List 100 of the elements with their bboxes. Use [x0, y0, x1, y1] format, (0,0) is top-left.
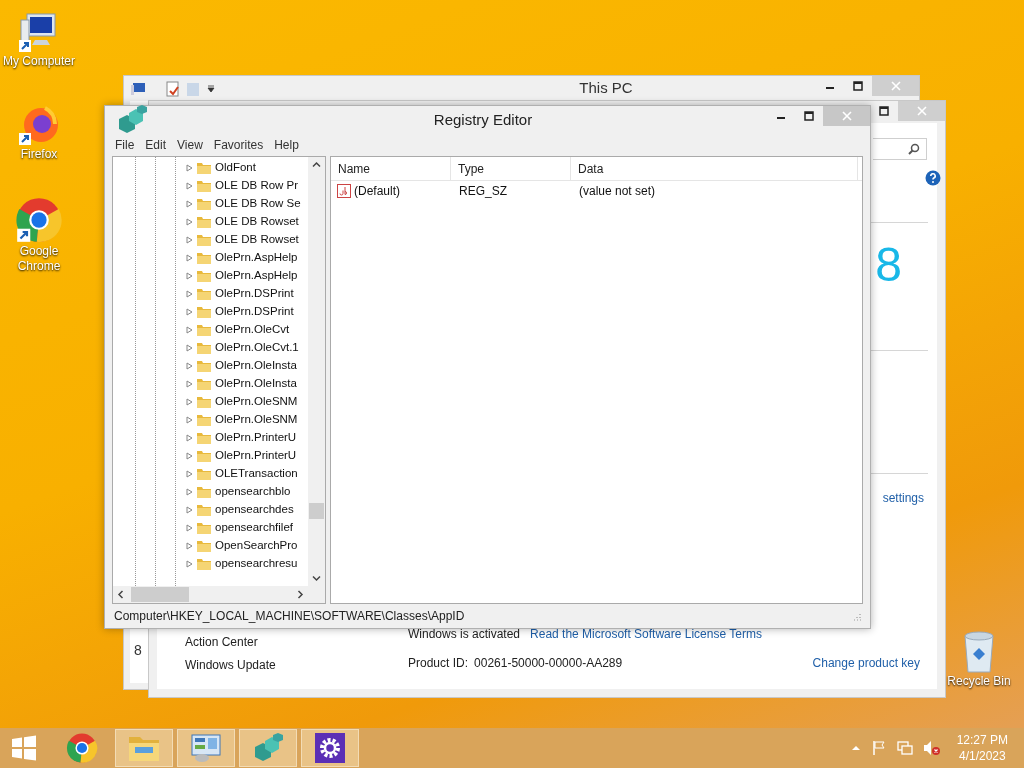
search-field[interactable]: [873, 138, 927, 160]
tree-item[interactable]: OLE DB Row Se: [215, 195, 301, 213]
tree-item[interactable]: OLETransaction: [215, 465, 298, 483]
expand-arrow[interactable]: [185, 326, 193, 334]
expand-arrow[interactable]: [185, 398, 193, 406]
control-panel-icon: [189, 733, 223, 763]
expand-arrow[interactable]: [185, 560, 193, 568]
tree-item[interactable]: opensearchdes: [215, 501, 294, 519]
tree-item[interactable]: opensearchblo: [215, 483, 291, 501]
scroll-thumb[interactable]: [131, 587, 189, 602]
menu-item[interactable]: File: [115, 136, 135, 154]
expand-arrow[interactable]: [185, 524, 193, 532]
folder-icon: [196, 197, 212, 211]
expand-arrow[interactable]: [185, 470, 193, 478]
settings-link[interactable]: settings: [882, 489, 924, 507]
folder-icon: [196, 503, 212, 517]
maximize-icon: [853, 81, 863, 91]
expand-arrow[interactable]: [185, 488, 193, 496]
expand-arrow[interactable]: [185, 344, 193, 352]
expand-arrow[interactable]: [185, 218, 193, 226]
tree-item[interactable]: OlePrn.OleCvt.1: [215, 339, 299, 357]
show-hidden-icons-icon[interactable]: [850, 744, 861, 752]
tree-item[interactable]: OlePrn.AspHelp: [215, 267, 298, 285]
tree-item[interactable]: OlePrn.OleInsta: [215, 375, 297, 393]
expand-arrow[interactable]: [185, 272, 193, 280]
taskbar-button[interactable]: [301, 729, 359, 767]
expand-arrow[interactable]: [185, 362, 193, 370]
expand-arrow[interactable]: [185, 506, 193, 514]
computer-icon[interactable]: [130, 81, 146, 96]
menu-item[interactable]: View: [177, 136, 203, 154]
chrome-icon: [15, 196, 63, 244]
tree-item[interactable]: OlePrn.PrinterU: [215, 429, 297, 447]
expand-arrow[interactable]: [185, 452, 193, 460]
folder-icon: [196, 413, 212, 427]
menu-item[interactable]: Favorites: [213, 136, 264, 154]
expand-arrow[interactable]: [185, 236, 193, 244]
folder-icon: [196, 233, 212, 247]
tree-item[interactable]: OlePrn.PrinterU: [215, 447, 297, 465]
tree-item[interactable]: OlePrn.OleInsta: [215, 357, 297, 375]
menu-item[interactable]: Help: [274, 136, 299, 154]
folder-icon: [196, 359, 212, 373]
column-header[interactable]: Name: [331, 157, 451, 180]
expand-arrow[interactable]: [185, 290, 193, 298]
tree-item[interactable]: OLE DB Rowset: [215, 213, 299, 231]
expand-arrow[interactable]: [185, 254, 193, 262]
status-path: Computer\HKEY_LOCAL_MACHINE\SOFTWARE\Classes\AppID: [114, 608, 466, 625]
window-title: This PC: [578, 78, 634, 99]
table-cell-text: REG_SZ: [458, 183, 508, 200]
expand-arrow[interactable]: [185, 200, 193, 208]
horizontal-scrollbar[interactable]: [113, 586, 325, 603]
tree-item[interactable]: OlePrn.AspHelp: [215, 249, 298, 267]
tree-item[interactable]: opensearchfilef: [215, 519, 293, 537]
folder-icon: [196, 251, 212, 265]
expand-arrow[interactable]: [185, 416, 193, 424]
help-icon[interactable]: [925, 170, 941, 186]
close-icon: [916, 106, 927, 116]
tree-item[interactable]: OlePrn.OleCvt: [215, 321, 290, 339]
expand-arrow[interactable]: [185, 380, 193, 388]
product-id: 00261-50000-00000-AA289: [474, 655, 623, 671]
product-id-label: Product ID:: [408, 655, 469, 671]
expand-arrow[interactable]: [185, 164, 193, 172]
tree-item[interactable]: OlePrn.OleSNM: [215, 393, 298, 411]
tree-item[interactable]: OlePrn.OleSNM: [215, 411, 298, 429]
windows-version-digit: 8: [875, 241, 902, 289]
tree-item[interactable]: OldFont: [215, 159, 256, 177]
tree-item[interactable]: OLE DB Row Pr: [215, 177, 299, 195]
recycle-bin-icon: [961, 630, 997, 674]
tree-item[interactable]: OlePrn.DSPrint: [215, 285, 294, 303]
network-icon[interactable]: [896, 740, 913, 756]
folder-icon: [196, 449, 212, 463]
scroll-thumb[interactable]: [309, 503, 324, 519]
speaker-icon[interactable]: [922, 740, 941, 756]
chrome-icon: [66, 732, 98, 764]
nav-link[interactable]: Windows Update: [185, 657, 408, 673]
folder-icon: [196, 485, 212, 499]
nav-link[interactable]: Action Center: [185, 634, 408, 650]
license-link[interactable]: Read the Microsoft Software License Terms: [530, 626, 762, 642]
expand-arrow[interactable]: [185, 542, 193, 550]
menu-item[interactable]: Edit: [145, 136, 167, 154]
vertical-scrollbar[interactable]: [308, 157, 325, 586]
window-title: Registry Editor: [432, 109, 534, 130]
expand-arrow[interactable]: [185, 308, 193, 316]
tree-item[interactable]: opensearchresu: [215, 555, 298, 573]
folder-icon: [196, 341, 212, 355]
tree-item[interactable]: OpenSearchPro: [215, 537, 298, 555]
resize-grip-icon[interactable]: [852, 611, 861, 621]
close-icon: [890, 81, 901, 91]
tree-item[interactable]: OlePrn.DSPrint: [215, 303, 294, 321]
expand-arrow[interactable]: [185, 434, 193, 442]
tree-item[interactable]: OLE DB Rowset: [215, 231, 299, 249]
change-product-key-link[interactable]: Change product key: [812, 655, 920, 671]
folder-icon: [196, 305, 212, 319]
expand-arrow[interactable]: [185, 182, 193, 190]
properties-icon[interactable]: [166, 80, 180, 97]
flag-icon[interactable]: [870, 740, 887, 756]
column-header[interactable]: Type: [451, 157, 571, 180]
dropdown-caret-icon[interactable]: [206, 83, 216, 94]
folder-icon: [196, 215, 212, 229]
folder-icon: [196, 269, 212, 283]
column-header[interactable]: Data: [571, 157, 858, 180]
